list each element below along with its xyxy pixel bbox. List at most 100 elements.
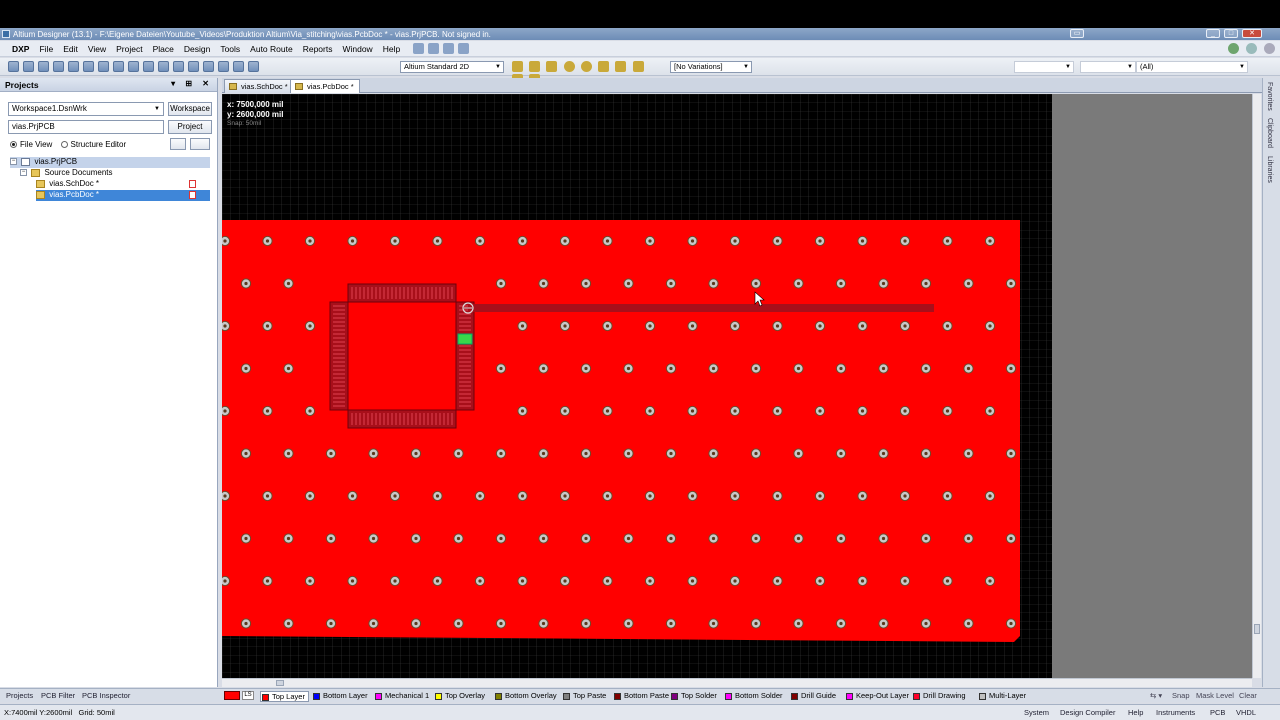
current-layer-swatch[interactable] bbox=[224, 691, 240, 700]
tree-doc-schdoc[interactable]: vias.SchDoc * bbox=[36, 179, 210, 190]
pcb-drawing[interactable] bbox=[222, 94, 1252, 678]
align-icon[interactable] bbox=[428, 43, 440, 54]
menu-view[interactable]: View bbox=[83, 44, 111, 54]
pcb-canvas[interactable]: x: 7500,000 mil y: 2600,000 mil Snap: 50… bbox=[222, 94, 1252, 678]
nav-home-icon[interactable] bbox=[1264, 43, 1275, 54]
pcb-inspector-panel-tab[interactable]: PCB Inspector bbox=[82, 691, 130, 700]
layer-tab-top-paste[interactable]: Top Paste bbox=[562, 691, 606, 702]
nav-back-icon[interactable] bbox=[1228, 43, 1239, 54]
mask-level-button[interactable]: Mask Level bbox=[1196, 691, 1234, 700]
system-button[interactable]: System bbox=[1024, 708, 1049, 717]
select-icon[interactable] bbox=[173, 61, 184, 72]
menu-window[interactable]: Window bbox=[337, 44, 377, 54]
project-button[interactable]: Project bbox=[168, 120, 212, 134]
panel-options-icon[interactable] bbox=[190, 138, 210, 150]
open-icon[interactable] bbox=[23, 61, 34, 72]
menu-dxp[interactable]: DXP bbox=[0, 44, 34, 54]
fill-icon[interactable] bbox=[615, 61, 627, 72]
nav-forward-icon[interactable] bbox=[1246, 43, 1257, 54]
projects-panel-tab[interactable]: Projects bbox=[6, 691, 33, 700]
panel-refresh-icon[interactable] bbox=[170, 138, 186, 150]
design-compiler-button[interactable]: Design Compiler bbox=[1060, 708, 1115, 717]
pencil-icon[interactable] bbox=[248, 61, 259, 72]
filter-select-left[interactable]: ▼ bbox=[1014, 61, 1074, 73]
panel-controls[interactable]: ▾ ⊞ ✕ bbox=[171, 79, 213, 88]
menu-project[interactable]: Project bbox=[111, 44, 147, 54]
layer-tab-bottom-paste[interactable]: Bottom Paste bbox=[613, 691, 669, 702]
vertical-scroll-thumb[interactable] bbox=[1254, 624, 1260, 634]
menu-reports[interactable]: Reports bbox=[298, 44, 338, 54]
distribute-icon[interactable] bbox=[443, 43, 455, 54]
route-icon[interactable] bbox=[413, 43, 425, 54]
print-icon[interactable] bbox=[53, 61, 64, 72]
interactive-route-icon[interactable] bbox=[512, 61, 523, 72]
zoom-area-icon[interactable] bbox=[113, 61, 124, 72]
filter-all-select[interactable]: (All) ▼ bbox=[1136, 61, 1248, 73]
vertical-scrollbar[interactable] bbox=[1252, 94, 1261, 678]
polygon-icon[interactable] bbox=[632, 61, 644, 72]
component-icon[interactable] bbox=[83, 61, 94, 72]
menu-tools[interactable]: Tools bbox=[215, 44, 245, 54]
zoom-icon[interactable] bbox=[68, 61, 79, 72]
view-mode-select[interactable]: Altium Standard 2D ▼ bbox=[400, 61, 504, 73]
clipboard-panel-tab[interactable]: Clipboard bbox=[1266, 118, 1273, 148]
vhdl-button[interactable]: VHDL bbox=[1236, 708, 1256, 717]
collapse-icon[interactable]: − bbox=[10, 158, 17, 166]
redo-icon[interactable] bbox=[233, 61, 244, 72]
pad-icon[interactable] bbox=[580, 61, 592, 72]
menu-auto-route[interactable]: Auto Route bbox=[245, 44, 298, 54]
instruments-button[interactable]: Instruments bbox=[1156, 708, 1195, 717]
layer-tab-top-overlay[interactable]: Top Overlay bbox=[434, 691, 485, 702]
tree-doc-pcbdoc[interactable]: vias.PcbDoc * bbox=[36, 190, 210, 201]
minimize-icon[interactable]: _ bbox=[1206, 29, 1220, 38]
variations-select[interactable]: [No Variations] ▼ bbox=[670, 61, 752, 73]
structure-editor-radio[interactable] bbox=[60, 141, 68, 149]
paste-icon[interactable] bbox=[158, 61, 169, 72]
arc-icon[interactable] bbox=[598, 61, 610, 72]
file-view-radio[interactable] bbox=[10, 141, 17, 149]
tab-pcbdoc[interactable]: vias.PcbDoc * bbox=[290, 79, 360, 93]
zoom-fit-icon[interactable] bbox=[98, 61, 109, 72]
new-icon[interactable] bbox=[8, 61, 19, 72]
horizontal-scroll-thumb[interactable] bbox=[276, 680, 284, 686]
layer-tab-top-layer[interactable]: Top Layer bbox=[260, 691, 309, 702]
layer-tab-drill-drawing[interactable]: Drill Drawing bbox=[912, 691, 966, 702]
maximize-icon[interactable]: □ bbox=[1224, 29, 1238, 38]
layer-tab-mechanical-1[interactable]: Mechanical 1 bbox=[374, 691, 429, 702]
menu-file[interactable]: File bbox=[34, 44, 58, 54]
layer-tab-bottom-overlay[interactable]: Bottom Overlay bbox=[494, 691, 557, 702]
layer-nav-icon[interactable]: ⇆ ▾ bbox=[1150, 691, 1162, 700]
undo-icon[interactable] bbox=[218, 61, 229, 72]
horizontal-scrollbar[interactable] bbox=[222, 678, 1252, 687]
workspace-button[interactable]: Workspace bbox=[168, 102, 212, 116]
workspace-select[interactable]: Workspace1.DsnWrk ▼ bbox=[8, 102, 164, 116]
menu-place[interactable]: Place bbox=[148, 44, 179, 54]
restore-icon[interactable]: ▭ bbox=[1070, 29, 1084, 38]
menu-help[interactable]: Help bbox=[378, 44, 405, 54]
layer-tab-multi-layer[interactable]: Multi-Layer bbox=[978, 691, 1026, 702]
collapse-icon[interactable]: − bbox=[20, 169, 27, 177]
menu-edit[interactable]: Edit bbox=[58, 44, 83, 54]
clear-button[interactable]: Clear bbox=[1239, 691, 1257, 700]
layer-set-icon[interactable]: LS bbox=[242, 691, 254, 700]
pcb-filter-panel-tab[interactable]: PCB Filter bbox=[41, 691, 75, 700]
layer-tab-bottom-layer[interactable]: Bottom Layer bbox=[312, 691, 368, 702]
grid-icon[interactable] bbox=[458, 43, 470, 54]
menu-design[interactable]: Design bbox=[179, 44, 215, 54]
layer-tab-top-solder[interactable]: Top Solder bbox=[670, 691, 717, 702]
pcb-button[interactable]: PCB bbox=[1210, 708, 1225, 717]
move-icon[interactable] bbox=[188, 61, 199, 72]
deselect-icon[interactable] bbox=[203, 61, 214, 72]
copy-icon[interactable] bbox=[143, 61, 154, 72]
tree-folder[interactable]: − Source Documents bbox=[20, 168, 113, 179]
favorites-panel-tab[interactable]: Favorites bbox=[1266, 82, 1273, 111]
diff-pair-icon[interactable] bbox=[529, 61, 541, 72]
help-button[interactable]: Help bbox=[1128, 708, 1143, 717]
close-icon[interactable]: ✕ bbox=[1242, 29, 1262, 38]
snap-button[interactable]: Snap bbox=[1172, 691, 1190, 700]
routed-track[interactable] bbox=[468, 304, 934, 312]
save-icon[interactable] bbox=[38, 61, 49, 72]
copper-pour-top-layer[interactable] bbox=[222, 220, 1020, 642]
layer-tab-bottom-solder[interactable]: Bottom Solder bbox=[724, 691, 783, 702]
multi-route-icon[interactable] bbox=[546, 61, 558, 72]
